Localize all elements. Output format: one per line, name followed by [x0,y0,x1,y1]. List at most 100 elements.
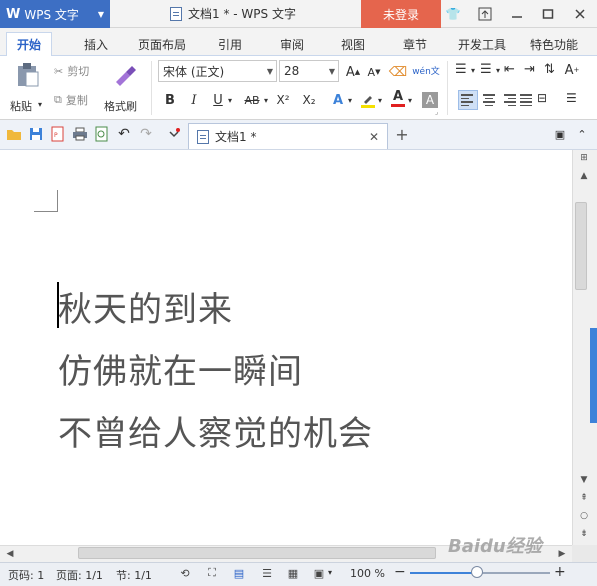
minimize-ribbon-icon[interactable]: ⌃ [574,126,590,142]
previous-page-icon[interactable]: ⇞ [574,490,594,506]
skin-icon[interactable]: 👕 [442,4,464,24]
sort-icon[interactable]: ⇅ [544,62,555,77]
bullet-list-icon[interactable]: ☰ [455,62,467,77]
page-count[interactable]: 页面: 1/1 [56,567,103,583]
tab-developer[interactable]: 开发工具 [448,32,516,56]
font-size-select[interactable]: 28 ▼ [279,60,339,82]
tab-view[interactable]: 视图 [331,32,375,56]
tab-references[interactable]: 引用 [208,32,252,56]
tab-home[interactable]: 开始 [6,32,53,56]
align-left-button[interactable] [458,90,478,110]
increase-indent-icon[interactable]: ⇥ [524,62,535,77]
copy-button[interactable]: ⧉ 复制 [54,91,88,109]
tab-chapter[interactable]: 章节 [393,32,437,56]
italic-button[interactable]: I [184,90,204,110]
vertical-scroll-thumb[interactable] [575,202,587,290]
bullet-dropdown-icon[interactable]: ▾ [471,66,475,75]
close-icon[interactable]: ✕ [369,130,379,144]
app-menu-button[interactable]: W WPS 文字 ▼ [0,0,110,28]
minimize-button[interactable] [506,4,528,24]
justify-button[interactable] [518,91,536,109]
select-browse-object-icon[interactable]: ○ [574,508,594,524]
align-right-button[interactable] [500,91,518,109]
highlight-icon[interactable] [358,90,378,110]
print-preview-icon[interactable] [94,126,110,142]
zoom-level[interactable]: 100 % [350,567,385,580]
paste-button[interactable]: 粘贴 ▾ [10,62,46,114]
underline-button[interactable]: U [208,90,228,110]
line-spacing-icon[interactable]: ☰ [566,91,577,105]
export-pdf-icon[interactable]: P [50,126,66,142]
strikethrough-dropdown-icon[interactable]: ▾ [264,96,268,105]
save-icon[interactable] [28,126,44,142]
full-screen-icon[interactable]: ⛶ [205,566,219,580]
reading-mode-icon[interactable]: ▣ [312,566,326,580]
shrink-font-icon[interactable]: A ▼ [364,62,384,82]
quick-access-bar: P ↶ ↷ 文档1 * ✕ + ▣ ⌃ [0,120,597,150]
numbered-list-icon[interactable]: ☰ [480,62,492,77]
scroll-up-icon[interactable]: ▲ [574,168,594,184]
distributed-align-icon[interactable]: ⊟ [537,91,547,105]
scroll-down-icon[interactable]: ▼ [574,472,594,488]
superscript-button[interactable]: X² [272,90,294,110]
document-tab[interactable]: 文档1 * ✕ [188,123,388,149]
customize-toolbar-icon[interactable] [166,126,182,142]
tab-review[interactable]: 审阅 [270,32,314,56]
document-line[interactable]: 秋天的到来 [58,282,233,331]
web-layout-icon[interactable]: ▦ [286,566,300,580]
tab-special-features[interactable]: 特色功能 [520,32,588,56]
char-shading-icon[interactable]: A [420,90,440,110]
clear-format-icon[interactable]: ⌫ [388,62,408,82]
redo-icon[interactable]: ↷ [138,126,154,142]
format-painter-button[interactable]: 格式刷 [104,60,144,114]
horizontal-scroll-thumb[interactable] [78,547,436,559]
grow-font-icon[interactable]: A ▲ [343,62,363,82]
text-effect-dropdown-icon[interactable]: ▾ [348,96,352,105]
undo-icon[interactable]: ↶ [116,126,132,142]
font-color-dropdown-icon[interactable]: ▾ [408,96,412,105]
cut-button[interactable]: ✂ 剪切 [54,62,89,80]
zoom-out-button[interactable]: − [394,564,406,580]
tab-insert[interactable]: 插入 [74,32,118,56]
subscript-button[interactable]: X₂ [298,90,320,110]
align-center-button[interactable] [480,91,498,109]
copy-icon: ⧉ [54,93,62,106]
document-line[interactable]: 仿佛就在一瞬间 [58,344,303,393]
text-effect-icon[interactable]: A [328,90,348,110]
open-folder-icon[interactable] [6,126,22,142]
numbered-dropdown-icon[interactable]: ▾ [496,66,500,75]
page-number[interactable]: 页码: 1 [8,567,44,583]
close-button[interactable] [569,4,591,24]
strikethrough-button[interactable]: AB [240,90,264,110]
outline-view-icon[interactable]: ☰ [260,566,274,580]
tab-page-layout[interactable]: 页面布局 [128,32,196,56]
print-icon[interactable] [72,126,88,142]
paste-dropdown-icon: ▾ [38,100,43,109]
phonetic-guide-icon[interactable]: wén文 [412,60,440,80]
separator [447,61,448,115]
next-page-icon[interactable]: ⇟ [574,526,594,542]
scroll-left-icon[interactable]: ◀ [0,546,20,562]
change-case-icon[interactable]: A + [562,60,582,80]
split-view-icon[interactable]: ⊞ [574,150,594,166]
decrease-indent-icon[interactable]: ⇤ [504,62,515,77]
upload-icon[interactable] [474,4,496,24]
section-indicator[interactable]: 节: 1/1 [116,567,152,583]
maximize-button[interactable] [537,4,559,24]
font-name-select[interactable]: 宋体 (正文) ▼ [158,60,277,82]
window-mode-icon[interactable]: ▣ [552,126,568,142]
view-dropdown-icon[interactable]: ▾ [328,568,332,577]
document-line[interactable]: 不曾给人察觉的机会 [58,406,373,455]
zoom-in-button[interactable]: + [554,564,566,580]
new-tab-icon[interactable]: + [394,125,410,144]
font-dialog-launcher-icon[interactable]: ⌟ [435,108,438,116]
login-button[interactable]: 未登录 [361,0,441,28]
page-view-icon[interactable]: ▤ [232,566,246,580]
highlight-dropdown-icon[interactable]: ▾ [378,96,382,105]
scroll-right-icon[interactable]: ▶ [552,546,572,562]
underline-dropdown-icon[interactable]: ▾ [228,96,232,105]
bold-button[interactable]: B [160,90,180,110]
history-icon[interactable]: ⟲ [178,566,192,580]
font-color-icon[interactable]: A [388,88,408,108]
side-panel-toggle[interactable] [590,328,597,423]
